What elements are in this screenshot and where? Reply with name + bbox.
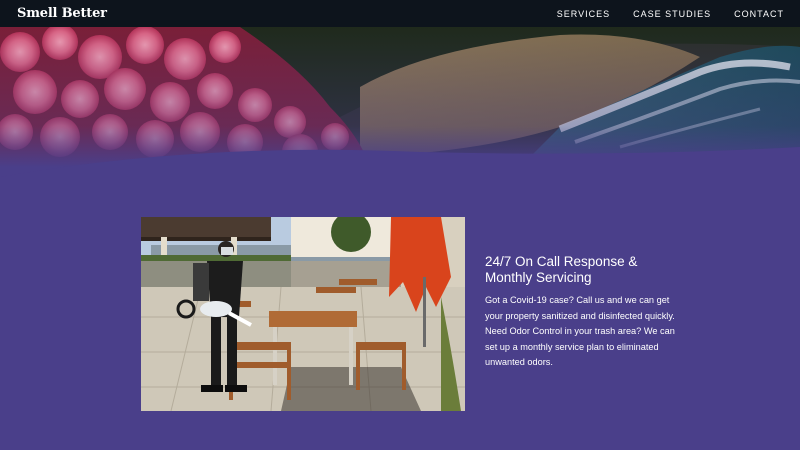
- top-navbar: Smell Better SERVICES CASE STUDIES CONTA…: [0, 0, 800, 27]
- hero-banner: [0, 27, 800, 207]
- nav-link-services[interactable]: SERVICES: [557, 9, 610, 19]
- hero-image: [0, 27, 800, 207]
- service-description: 24/7 On Call Response & Monthly Servicin…: [485, 254, 675, 371]
- service-photo: [141, 217, 465, 411]
- nav-link-case-studies[interactable]: CASE STUDIES: [633, 9, 711, 19]
- heading-line-2: Monthly Servicing: [485, 270, 592, 285]
- nav-link-contact[interactable]: CONTACT: [734, 9, 784, 19]
- technician-sanitizing-patio-image: [141, 217, 465, 411]
- section-body: Got a Covid-19 case? Call us and we can …: [485, 295, 675, 367]
- main-menu: SERVICES CASE STUDIES CONTACT: [557, 9, 784, 19]
- brand-logo[interactable]: Smell Better: [17, 6, 107, 21]
- heading-line-1: 24/7 On Call Response &: [485, 254, 638, 269]
- section-heading: 24/7 On Call Response & Monthly Servicin…: [485, 254, 675, 286]
